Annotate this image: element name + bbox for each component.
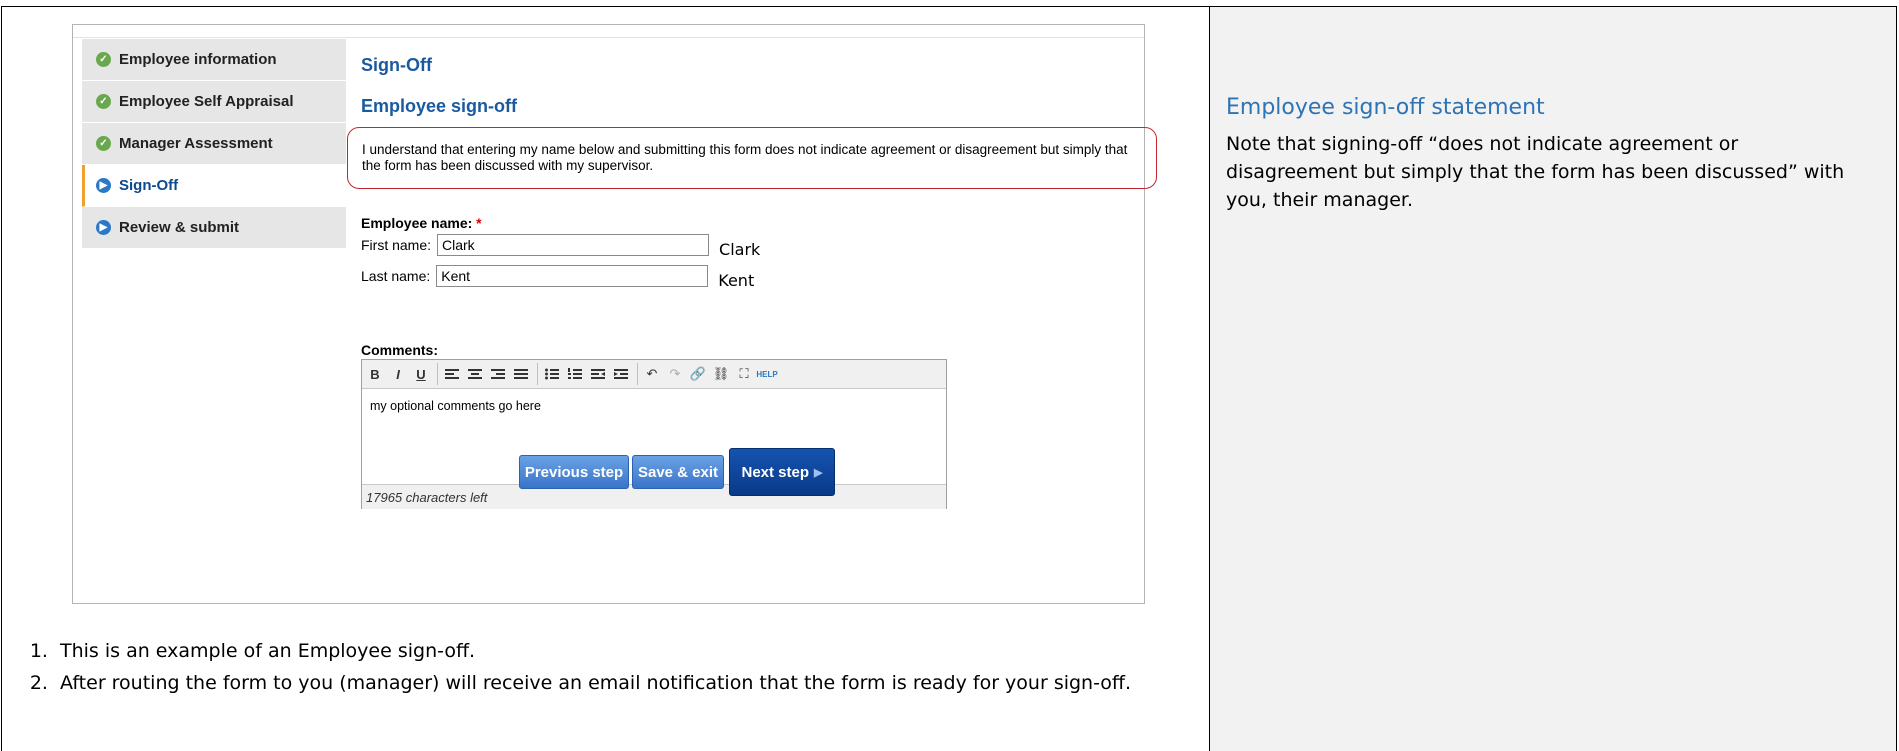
note-item: This is an example of an Employee sign-o… [54, 638, 1172, 665]
help-icon[interactable]: HELP [756, 363, 777, 385]
next-step-label: Next step [741, 463, 810, 481]
align-right-icon[interactable] [488, 363, 508, 385]
sidebar-item-label: Manager Assessment [119, 135, 273, 152]
bold-button[interactable]: B [365, 363, 385, 385]
first-name-echo: Clark [719, 239, 761, 259]
first-name-label: First name: [361, 237, 432, 253]
last-name-row: Last name: Kent [361, 265, 755, 290]
fullscreen-icon[interactable]: ⛶ [734, 363, 754, 385]
chevron-right-icon: ▶ [814, 466, 823, 479]
play-circle-icon: ▶ [96, 220, 111, 235]
format-group: B I U [365, 363, 438, 385]
comments-label: Comments: [361, 342, 439, 358]
editor-toolbar: B I U ↶ ↷ 🔗 ⛓ ⛶ HELP [362, 360, 946, 389]
numbered-list-icon[interactable] [565, 363, 585, 385]
instruction-notes: This is an example of an Employee sign-o… [22, 638, 1172, 702]
last-name-echo: Kent [718, 270, 755, 290]
explanation-panel: Employee sign-off statement Note that si… [1210, 7, 1896, 751]
first-name-input[interactable] [437, 234, 710, 256]
sidebar-item-label: Employee Self Appraisal [119, 93, 294, 110]
panel-heading: Employee sign-off statement [1226, 95, 1545, 120]
next-step-button[interactable]: Next step ▶ [729, 448, 835, 496]
previous-step-button[interactable]: Previous step [519, 455, 629, 489]
panel-body: Note that signing-off “does not indicate… [1226, 133, 1845, 211]
sidebar-item-label: Review & submit [119, 219, 240, 236]
check-circle-icon: ✓ [96, 136, 111, 151]
form-screenshot: ✓ Employee information ✓ Employee Self A… [72, 24, 1157, 604]
sidebar-item-employee-self-appraisal[interactable]: ✓ Employee Self Appraisal [82, 81, 346, 123]
sign-off-statement: I understand that entering my name below… [347, 127, 1157, 189]
sidebar-item-label: Employee information [119, 51, 277, 68]
align-center-icon[interactable] [465, 363, 485, 385]
save-exit-button[interactable]: Save & exit [632, 455, 724, 489]
align-justify-icon[interactable] [511, 363, 531, 385]
header-rule [73, 37, 1144, 38]
employee-name-label: Employee name: * [361, 215, 482, 231]
section-title: Employee sign-off [361, 96, 518, 116]
employee-name-label-text: Employee name: [361, 215, 473, 231]
last-name-input[interactable] [436, 265, 709, 287]
outdent-icon[interactable] [588, 363, 608, 385]
italic-button[interactable]: I [388, 363, 408, 385]
sidebar-item-review-submit[interactable]: ▶ Review & submit [82, 207, 346, 249]
check-circle-icon: ✓ [96, 94, 111, 109]
misc-group: ↶ ↷ 🔗 ⛓ ⛶ HELP [642, 363, 780, 385]
bullet-list-icon[interactable] [542, 363, 562, 385]
first-name-row: First name: Clark [361, 234, 761, 259]
redo-icon[interactable]: ↷ [665, 363, 685, 385]
unlink-icon[interactable]: ⛓ [711, 363, 731, 385]
sidebar-item-employee-information[interactable]: ✓ Employee information [82, 39, 346, 81]
page-title: Sign-Off [361, 55, 432, 75]
sidebar-nav: ✓ Employee information ✓ Employee Self A… [82, 39, 346, 249]
play-circle-icon: ▶ [96, 178, 111, 193]
last-name-label: Last name: [361, 268, 431, 284]
undo-icon[interactable]: ↶ [642, 363, 662, 385]
indent-icon[interactable] [611, 363, 631, 385]
sidebar-item-sign-off[interactable]: ▶ Sign-Off [82, 165, 346, 207]
link-icon[interactable]: 🔗 [688, 363, 708, 385]
align-left-icon[interactable] [442, 363, 462, 385]
sidebar-item-manager-assessment[interactable]: ✓ Manager Assessment [82, 123, 346, 165]
align-group [442, 363, 538, 385]
note-item: After routing the form to you (manager) … [54, 670, 1172, 697]
required-marker: * [476, 215, 482, 231]
list-group [542, 363, 638, 385]
check-circle-icon: ✓ [96, 52, 111, 67]
sidebar-item-label: Sign-Off [119, 177, 179, 194]
underline-button[interactable]: U [411, 363, 431, 385]
